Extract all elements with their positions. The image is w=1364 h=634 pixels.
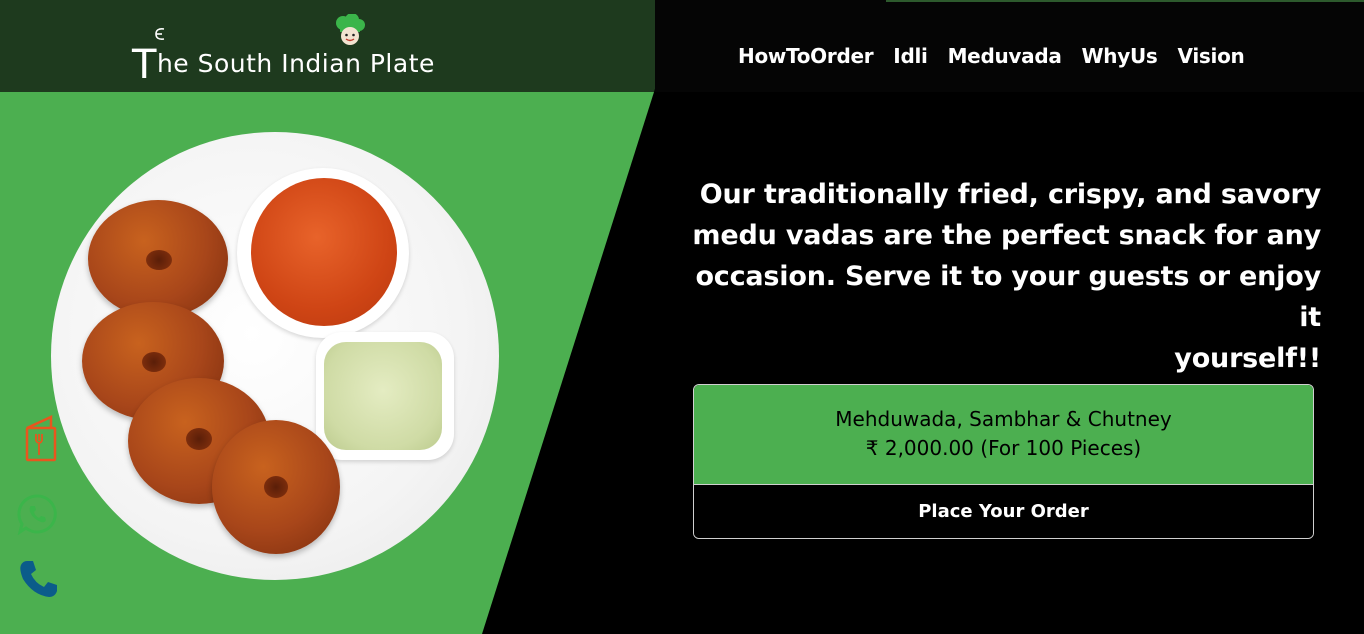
nav-whyus[interactable]: WhyUs: [1082, 44, 1158, 68]
vada-1: [88, 200, 228, 318]
whatsapp-icon[interactable]: [17, 493, 59, 535]
product-name: Mehduwada, Sambhar & Chutney: [835, 407, 1172, 431]
nav-howtoorder[interactable]: HowToOrder: [738, 44, 874, 68]
place-order-button[interactable]: Place Your Order: [694, 484, 1313, 538]
phone-icon[interactable]: [19, 559, 59, 599]
hero-line-1: Our traditionally fried, crispy, and sav…: [699, 179, 1321, 210]
hero-line-4: yourself!!: [1174, 343, 1321, 374]
brand-name: The South Indian Plate: [132, 36, 435, 88]
product-info: Mehduwada, Sambhar & Chutney ₹ 2,000.00 …: [694, 385, 1313, 484]
brand-initial: T: [132, 42, 157, 88]
header-accent-line: [886, 0, 1364, 2]
nav-meduvada[interactable]: Meduvada: [948, 44, 1062, 68]
sambhar-bowl: [237, 168, 409, 338]
brand-rest: he South Indian Plate: [156, 49, 435, 78]
vada-4: [212, 420, 340, 554]
menu-icon[interactable]: [24, 414, 58, 462]
product-price: ₹ 2,000.00 (For 100 Pieces): [865, 436, 1142, 460]
brand-flourish-icon: [155, 28, 165, 40]
nav-vision[interactable]: Vision: [1178, 44, 1245, 68]
nav-idli[interactable]: Idli: [893, 44, 928, 68]
hero-description: Our traditionally fried, crispy, and sav…: [681, 174, 1321, 379]
chutney-bowl: [316, 332, 454, 460]
main-nav: HowToOrder Idli Meduvada WhyUs Vision: [738, 44, 1264, 68]
order-card: Mehduwada, Sambhar & Chutney ₹ 2,000.00 …: [693, 384, 1314, 539]
hero-line-2: medu vadas are the perfect snack for any: [692, 220, 1321, 251]
chef-hat-icon: [336, 14, 365, 45]
hero-line-3: occasion. Serve it to your guests or enj…: [695, 261, 1321, 333]
brand-logo[interactable]: The South Indian Plate: [132, 14, 462, 88]
